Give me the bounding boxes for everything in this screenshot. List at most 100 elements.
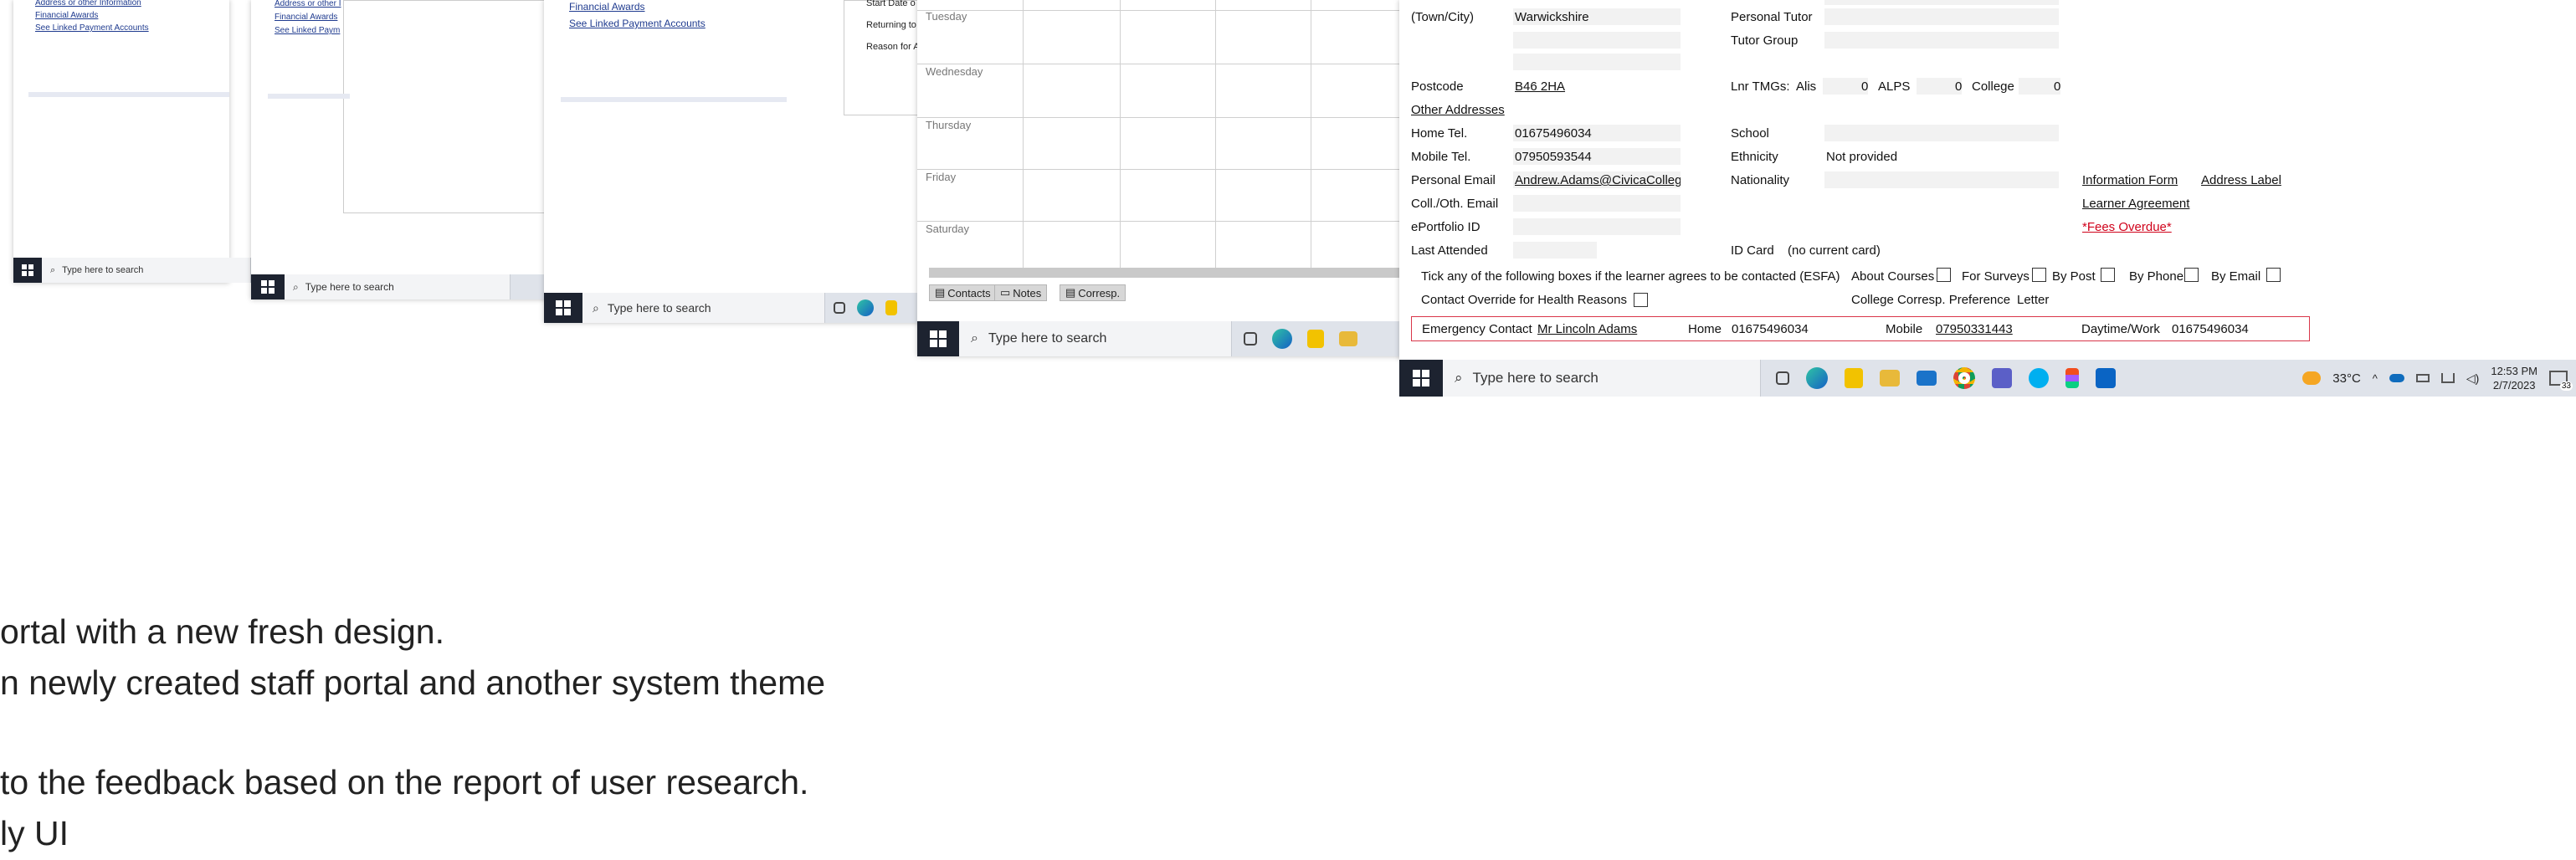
learner-agreement-link[interactable]: Learner Agreement <box>2082 197 2189 211</box>
postcode-value[interactable]: B46 2HA <box>1515 79 1565 94</box>
search-icon: ⌕ <box>593 300 599 315</box>
for-surveys-label: For Surveys <box>1962 269 2029 284</box>
figma-icon[interactable] <box>2065 368 2079 388</box>
information-form-link[interactable]: Information Form <box>2082 173 2178 187</box>
search-box[interactable]: ⌕ Type here to search <box>959 321 1232 356</box>
about-courses-checkbox[interactable] <box>1937 268 1951 282</box>
home-tel-value[interactable]: 01675496034 <box>1515 126 1592 141</box>
start-button[interactable] <box>251 274 285 299</box>
corresp-pref-value[interactable]: Letter <box>2017 293 2049 307</box>
edge-icon[interactable] <box>1272 329 1292 349</box>
emergency-contact-name[interactable]: Mr Lincoln Adams <box>1537 322 1637 336</box>
link-linked-payment[interactable]: See Linked Payment Accounts <box>35 22 149 34</box>
start-button[interactable] <box>917 321 959 356</box>
scrollbar[interactable] <box>561 97 787 102</box>
link-financial-awards[interactable]: Financial Awards <box>275 11 341 24</box>
emergency-home-label: Home <box>1688 322 1722 336</box>
store-icon[interactable] <box>1845 368 1863 388</box>
notification-icon[interactable]: 33 <box>2549 371 2573 391</box>
link-linked-payment[interactable]: See Linked Paym <box>275 24 341 38</box>
link-financial-awards[interactable]: Financial Awards <box>569 0 706 15</box>
coll-email-label: Coll./Oth. Email <box>1411 197 1499 211</box>
link-list: Financial Awards See Linked Payment Acco… <box>569 0 706 32</box>
by-email-checkbox[interactable] <box>2266 268 2281 282</box>
by-phone-label: By Phone <box>2129 269 2184 284</box>
start-button[interactable] <box>1399 360 1443 397</box>
chevron-up-icon[interactable]: ^ <box>2373 372 2378 385</box>
task-view-icon[interactable] <box>1244 332 1257 346</box>
emergency-mobile-value[interactable]: 07950331443 <box>1936 322 2013 336</box>
tab-corresp[interactable]: ▤ Corresp. <box>1060 284 1126 301</box>
search-box[interactable]: ⌕ Type here to search <box>582 293 825 323</box>
start-button[interactable] <box>13 258 42 283</box>
alis-value: 0 <box>1861 79 1869 94</box>
main-taskbar: ⌕ Type here to search 33°C ^ ◁) 12:53 PM… <box>1399 360 2576 397</box>
scrollbar[interactable] <box>28 92 229 97</box>
by-phone-checkbox[interactable] <box>2184 268 2199 282</box>
fees-overdue-link[interactable]: *Fees Overdue* <box>2082 220 2172 234</box>
search-box[interactable]: ⌕ Type here to search <box>1443 360 1761 397</box>
search-box[interactable]: ⌕ Type here to search <box>42 258 251 283</box>
tab-notes[interactable]: ▭ Notes <box>994 284 1048 301</box>
window-4-calendar: Tuesday Wednesday Thursday Friday Saturd… <box>917 0 1403 356</box>
mobile-tel-label: Mobile Tel. <box>1411 150 1471 164</box>
day-saturday: Saturday <box>926 223 970 235</box>
side-panel: Start Date o Returning to Reason for A <box>844 0 929 115</box>
by-post-checkbox[interactable] <box>2101 268 2115 282</box>
skype-icon[interactable] <box>2029 368 2049 388</box>
temperature[interactable]: 33°C <box>2332 371 2361 386</box>
contacts-icon: ▤ <box>935 286 946 299</box>
search-box[interactable]: ⌕ Type here to search <box>285 274 511 299</box>
town-value[interactable]: Warwickshire <box>1515 10 1589 24</box>
chrome-icon[interactable] <box>1953 367 1975 389</box>
file-explorer-icon[interactable] <box>1339 331 1357 346</box>
horizontal-scrollbar[interactable] <box>929 268 1403 278</box>
address-label-link[interactable]: Address Label <box>2201 173 2281 187</box>
postcode-label: Postcode <box>1411 79 1464 94</box>
network-icon[interactable] <box>2440 373 2455 383</box>
date: 2/7/2023 <box>2492 379 2536 392</box>
college-value: 0 <box>2054 79 2061 94</box>
onedrive-icon[interactable] <box>2389 374 2404 382</box>
tab-contacts[interactable]: ▤ Contacts <box>929 284 997 301</box>
store-icon[interactable] <box>885 300 897 315</box>
calendar-grid: Tuesday Wednesday Thursday Friday Saturd… <box>917 0 1403 268</box>
taskbar-2: ⌕ Type here to search <box>251 274 552 299</box>
windows-icon <box>1413 370 1429 386</box>
contact-override-checkbox[interactable] <box>1634 293 1648 307</box>
weather-icon[interactable] <box>2302 371 2322 385</box>
slide-line-4: ly UI <box>0 814 69 852</box>
time: 12:53 PM <box>2491 365 2538 377</box>
edge-icon[interactable] <box>1806 367 1828 389</box>
task-view-icon[interactable] <box>1776 371 1789 385</box>
link-financial-awards[interactable]: Financial Awards <box>35 9 149 22</box>
alis-label: Alis <box>1796 79 1817 94</box>
notes-icon: ▭ <box>1000 286 1011 299</box>
store-icon[interactable] <box>1307 330 1324 348</box>
teams-icon[interactable] <box>1992 368 2012 388</box>
corresp-icon: ▤ <box>1065 286 1076 299</box>
mobile-tel-value[interactable]: 07950593544 <box>1515 150 1592 164</box>
link-linked-payment[interactable]: See Linked Payment Accounts <box>569 15 706 32</box>
taskbar-1: ⌕ Type here to search <box>13 258 256 283</box>
file-explorer-icon[interactable] <box>1880 370 1900 386</box>
search-icon: ⌕ <box>971 331 978 346</box>
volume-icon[interactable]: ◁) <box>2466 371 2479 386</box>
eportfolio-label: ePortfolio ID <box>1411 220 1480 234</box>
link-address-info[interactable]: Address or other I <box>275 0 341 11</box>
personal-email-value[interactable]: Andrew.Adams@CivicaCollege <box>1515 173 1681 187</box>
edge-icon[interactable] <box>857 299 874 316</box>
link-address-info[interactable]: Address or other Information <box>35 0 149 9</box>
other-addresses-link[interactable]: Other Addresses <box>1411 103 1505 117</box>
start-button[interactable] <box>544 293 582 323</box>
link-list: Address or other I Financial Awards See … <box>275 0 341 38</box>
for-surveys-checkbox[interactable] <box>2032 268 2046 282</box>
scrollbar[interactable] <box>268 94 350 99</box>
clock[interactable]: 12:53 PM 2/7/2023 <box>2491 364 2538 392</box>
mail-icon[interactable] <box>1917 371 1937 386</box>
task-view-icon[interactable] <box>834 302 845 314</box>
outlook-icon[interactable] <box>2096 368 2116 388</box>
notification-count: 33 <box>2559 381 2573 391</box>
battery-icon[interactable] <box>2415 374 2430 382</box>
corresp-pref-label: College Corresp. Preference <box>1851 293 2011 307</box>
